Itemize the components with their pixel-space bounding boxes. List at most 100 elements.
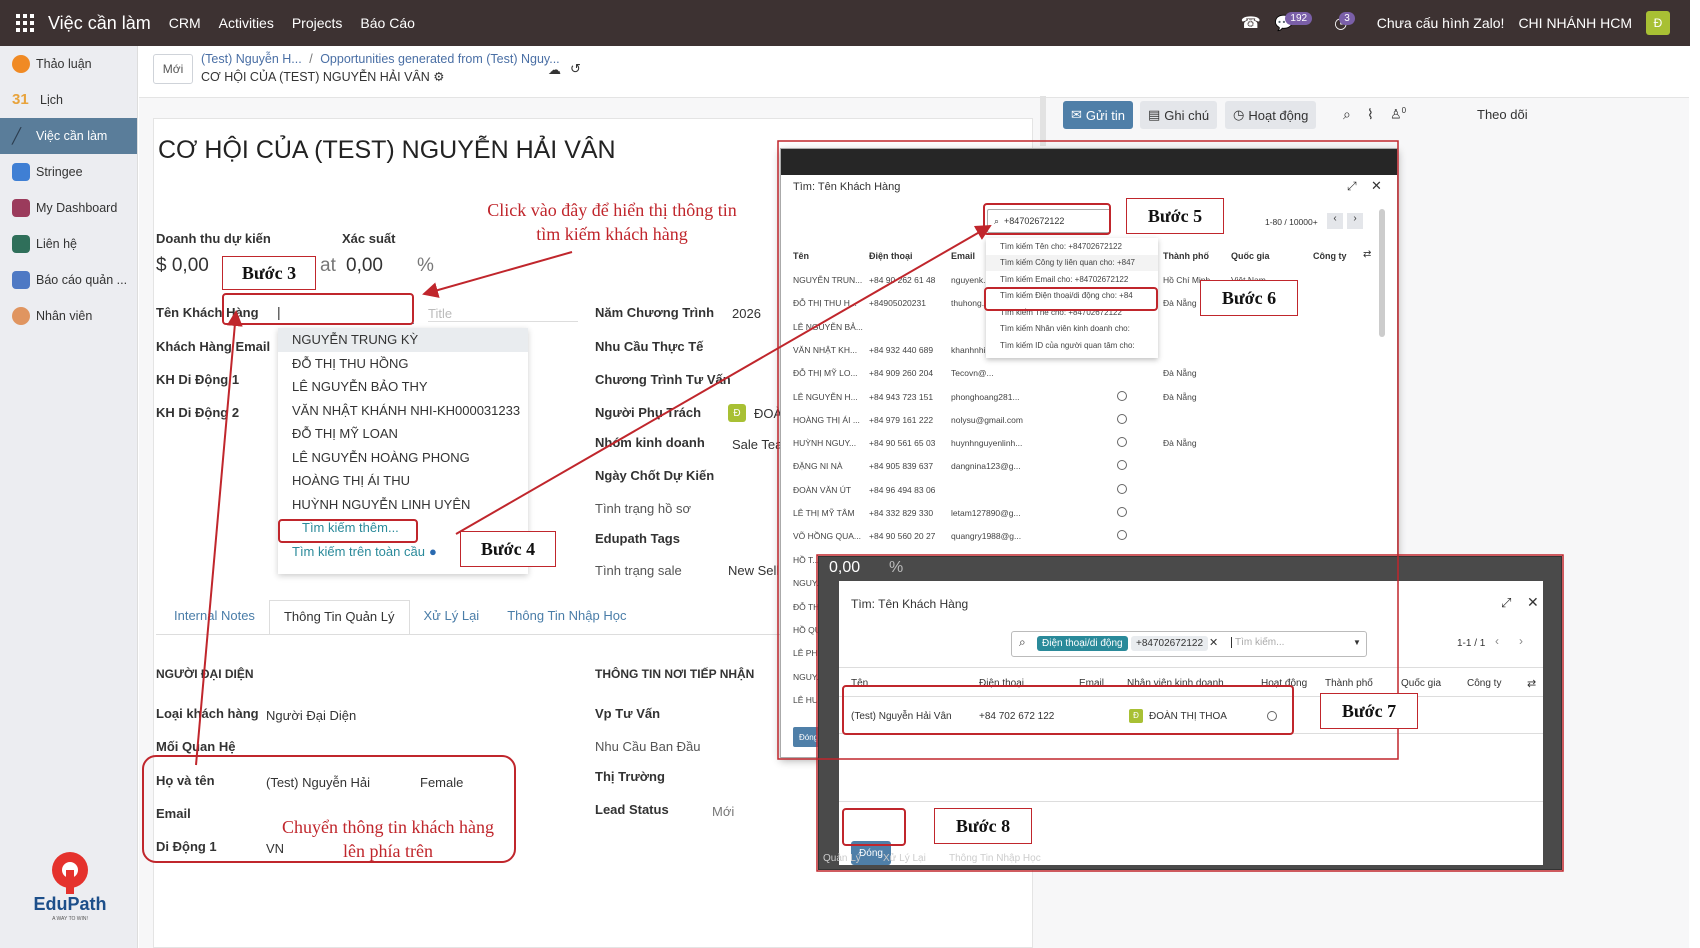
user-avatar[interactable]: Đ [1646, 11, 1670, 35]
dropdown-item[interactable]: VĂN NHẬT KHÁNH NHI-KH000031233 [278, 399, 528, 423]
customer-type-value[interactable]: Người Đại Diện [266, 708, 356, 723]
activity-button[interactable]: ◷ Hoạt động [1225, 101, 1317, 129]
follow-button[interactable]: Theo dõi [1477, 107, 1528, 122]
dropdown-item[interactable]: ĐỖ THỊ THU HỒNG [278, 352, 528, 376]
menu-activities[interactable]: Activities [219, 15, 274, 31]
search-facet-value: +84702672122 [1131, 636, 1209, 651]
followers-icon[interactable]: ♙0 [1390, 106, 1406, 122]
lead-status-value[interactable]: Mới [712, 804, 734, 819]
log-note-button[interactable]: ▤ Ghi chú [1140, 101, 1218, 129]
scrollbar[interactable] [1379, 209, 1385, 337]
tab-internal-notes[interactable]: Internal Notes [160, 600, 269, 634]
col-company[interactable]: Công ty [1313, 251, 1347, 261]
sidebar-item-discuss[interactable]: Thảo luận [0, 46, 137, 82]
sidebar-item-stringee[interactable]: Stringee [0, 154, 137, 190]
row-name: VĂN NHẬT KH... [793, 344, 858, 355]
discard-icon[interactable]: ↺ [570, 61, 581, 77]
prev-page-button[interactable]: ‹ [1327, 213, 1343, 229]
activity-clock-icon[interactable]: ◷3 [1334, 12, 1363, 32]
sale-status-value[interactable]: New Sell [728, 563, 779, 578]
col-country[interactable]: Quốc gia [1401, 678, 1441, 689]
search-input[interactable]: Tìm kiếm... [1231, 637, 1284, 648]
col-company[interactable]: Công ty [1467, 678, 1501, 689]
app-grid-icon[interactable] [16, 14, 34, 32]
cloud-save-icon[interactable]: ☁ [548, 62, 561, 78]
next-page-button[interactable]: › [1519, 634, 1523, 648]
row-email: phonghoang281... [951, 391, 1020, 402]
activity-clock-icon[interactable] [1117, 530, 1127, 541]
step-4-label: Bước 4 [460, 531, 556, 567]
dropdown-item[interactable]: ĐỖ THỊ MỸ LOAN [278, 422, 528, 446]
col-city[interactable]: Thành phố [1325, 678, 1373, 689]
suggestion-item[interactable]: Tìm kiếm ID của người quan tâm cho: [986, 337, 1158, 354]
row-phone: +84 932 440 689 [869, 344, 934, 355]
expand-icon[interactable]: ⤢ [1501, 595, 1511, 611]
optional-columns-icon[interactable]: ⇄ [1363, 249, 1371, 260]
expand-icon[interactable]: ⤢ [1347, 179, 1357, 194]
owner-value[interactable]: ĐOÀ [754, 406, 782, 421]
app-title[interactable]: Việc cần làm [48, 13, 151, 34]
dropdown-item[interactable]: LÊ NGUYỄN HOÀNG PHONG [278, 446, 528, 470]
col-phone[interactable]: Điện thoại [869, 251, 913, 261]
close-button-partial[interactable]: Đóng [793, 727, 821, 747]
activity-clock-icon[interactable] [1117, 437, 1127, 448]
new-button[interactable]: Mới [153, 54, 193, 84]
zalo-status[interactable]: Chưa cấu hình Zalo! [1377, 15, 1505, 31]
tab-reprocess[interactable]: Xử Lý Lại [410, 600, 494, 634]
dropdown-item[interactable]: LÊ NGUYỄN BẢO THY [278, 375, 528, 399]
facet-remove-icon[interactable]: ✕ [1209, 636, 1218, 649]
expected-revenue-input[interactable]: $ 0,00 [156, 255, 209, 277]
menu-crm[interactable]: CRM [169, 15, 201, 31]
next-page-button[interactable]: › [1347, 213, 1363, 229]
sidebar-item-reports[interactable]: Báo cáo quản ... [0, 262, 137, 298]
sidebar-item-employees[interactable]: Nhân viên [0, 298, 137, 334]
tab-management[interactable]: Thông Tin Quản Lý [268, 600, 410, 634]
probability-input[interactable]: 0,00 [346, 255, 383, 277]
row-phone: +84 943 723 151 [869, 391, 934, 402]
optional-columns-icon[interactable]: ⇄ [1527, 677, 1536, 690]
activity-clock-icon[interactable] [1117, 460, 1127, 471]
activity-clock-icon[interactable] [1117, 507, 1127, 517]
phone-icon[interactable]: ☎ [1241, 13, 1261, 33]
search-icon[interactable]: ⌕ [1343, 106, 1351, 123]
paperclip-icon[interactable]: ⌇ [1367, 106, 1374, 123]
sidebar-item-dashboard[interactable]: My Dashboard [0, 190, 137, 226]
dropdown-item[interactable]: HUỲNH NGUYỄN LINH UYÊN [278, 493, 528, 517]
sidebar-item-todo[interactable]: ╱ Việc cần làm [0, 118, 137, 154]
tab-enrollment[interactable]: Thông Tin Nhập Học [493, 600, 640, 634]
messages-icon[interactable]: 💬192 [1275, 12, 1320, 32]
gear-icon[interactable]: ⚙ [433, 70, 444, 84]
row-city: Đà Nẵng [1163, 368, 1197, 379]
suggestion-item[interactable]: Tìm kiếm Công ty liên quan cho: +847 [986, 254, 1158, 271]
title-input[interactable]: Title [428, 306, 578, 322]
sidebar-item-calendar[interactable]: 31 Lịch [0, 82, 137, 118]
close-icon[interactable]: ✕ [1371, 178, 1382, 194]
suggestion-item[interactable]: Tìm kiếm Email cho: +84702672122 [986, 271, 1158, 288]
menu-reports[interactable]: Báo Cáo [360, 15, 414, 31]
dropdown-item[interactable]: NGUYỄN TRUNG KỲ [278, 328, 528, 352]
close-icon[interactable]: ✕ [1527, 594, 1539, 611]
branch-switcher[interactable]: CHI NHÁNH HCM [1518, 15, 1632, 31]
edupath-logo: EduPath A WAY TO WIN! [30, 848, 110, 928]
col-city[interactable]: Thành phố [1163, 251, 1209, 261]
search-options-toggle[interactable]: ▼ [1353, 638, 1361, 647]
breadcrumb-contact[interactable]: (Test) Nguyễn H... [201, 52, 302, 66]
program-year-value[interactable]: 2026 [732, 306, 761, 321]
sidebar-item-contacts[interactable]: Liên hệ [0, 226, 137, 262]
activity-clock-icon[interactable] [1117, 390, 1127, 401]
control-panel: Mới (Test) Nguyễn H... / Opportunities g… [139, 46, 1689, 98]
prev-page-button[interactable]: ‹ [1495, 634, 1499, 648]
col-name[interactable]: Tên [793, 251, 809, 261]
suggestion-item[interactable]: Tìm kiếm Tên cho: +84702672122 [986, 238, 1158, 255]
page-title[interactable]: CƠ HỘI CỦA (TEST) NGUYỄN HẢI VÂN [158, 136, 616, 165]
menu-projects[interactable]: Projects [292, 15, 343, 31]
send-message-button[interactable]: ✉ Gửi tin [1063, 101, 1133, 129]
col-email[interactable]: Email [951, 251, 975, 261]
col-country[interactable]: Quốc gia [1231, 251, 1270, 261]
team-value[interactable]: Sale Tea [732, 437, 782, 452]
suggestion-item[interactable]: Tìm kiếm Nhân viên kinh doanh cho: [986, 321, 1158, 338]
activity-clock-icon[interactable] [1117, 483, 1127, 494]
activity-clock-icon[interactable] [1117, 413, 1127, 424]
breadcrumb-opportunities[interactable]: Opportunities generated from (Test) Nguy… [320, 52, 559, 66]
dropdown-item[interactable]: HOÀNG THỊ ÁI THU [278, 469, 528, 493]
